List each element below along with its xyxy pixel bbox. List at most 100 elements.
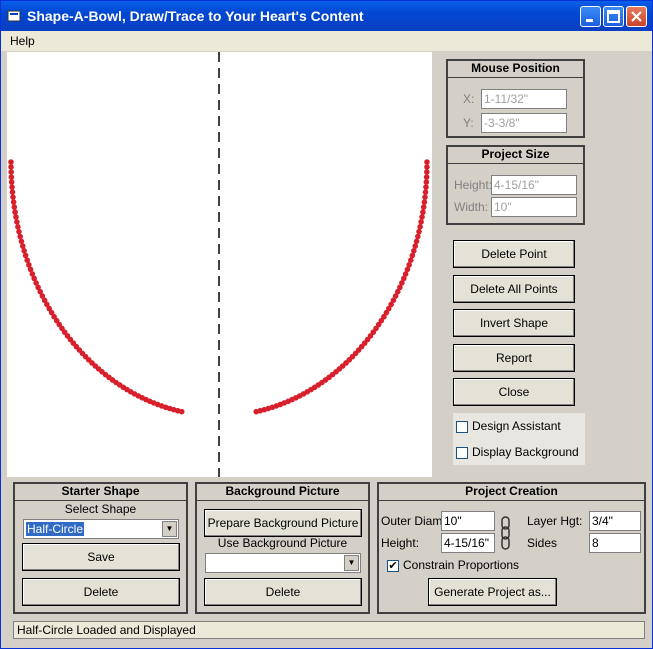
profile-point[interactable] — [8, 159, 14, 165]
profile-point[interactable] — [8, 164, 14, 170]
bowl-profile-drawing — [8, 52, 430, 477]
design-assistant-label[interactable]: Design Assistant — [472, 419, 561, 433]
profile-point[interactable] — [423, 174, 430, 180]
select-shape-label: Select Shape — [64, 502, 137, 516]
profile-point[interactable] — [412, 243, 419, 249]
background-select[interactable]: ▼ — [205, 553, 361, 573]
delete-all-points-button[interactable]: Delete All Points — [453, 275, 575, 303]
project-creation-title: Project Creation — [379, 484, 644, 501]
profile-point[interactable] — [8, 179, 15, 185]
profile-point[interactable] — [14, 219, 20, 225]
profile-point[interactable] — [19, 243, 26, 249]
profile-point[interactable] — [11, 204, 18, 210]
height-field[interactable]: 4-15/16" — [441, 533, 495, 553]
profile-point[interactable] — [416, 228, 422, 235]
profile-point[interactable] — [13, 214, 19, 220]
options-panel: Design Assistant Display Background — [453, 413, 585, 465]
outer-diam-label: Outer Diam.: — [381, 514, 450, 528]
close-button[interactable]: Close — [453, 378, 575, 406]
prepare-background-button[interactable]: Prepare Background Picture — [204, 509, 362, 537]
design-assistant-checkbox[interactable] — [456, 421, 468, 433]
profile-point[interactable] — [421, 199, 428, 205]
save-shape-button[interactable]: Save — [22, 543, 180, 571]
right-profile-curve[interactable] — [253, 159, 430, 415]
constrain-proportions-checkbox[interactable]: ✔ — [387, 560, 399, 572]
mouse-position-title: Mouse Position — [448, 61, 583, 78]
background-picture-title: Background Picture — [197, 484, 368, 501]
profile-point[interactable] — [420, 209, 426, 215]
profile-point[interactable] — [423, 179, 430, 185]
profile-point[interactable] — [17, 233, 23, 240]
generate-project-button[interactable]: Generate Project as... — [428, 578, 557, 606]
profile-point[interactable] — [424, 169, 430, 175]
drawing-canvas[interactable] — [7, 52, 432, 477]
size-height-field: 4-15/16" — [491, 175, 577, 195]
title-bar[interactable]: Shape-A-Bowl, Draw/Trace to Your Heart's… — [1, 1, 652, 31]
size-width-field: 10" — [491, 197, 577, 217]
starter-shape-title: Starter Shape — [15, 484, 186, 501]
delete-shape-button[interactable]: Delete — [22, 578, 180, 606]
profile-point[interactable] — [417, 224, 423, 230]
layer-hgt-field[interactable]: 3/4" — [589, 511, 641, 531]
mouse-y-field: -3-3/8" — [481, 113, 567, 133]
starter-shape-panel: Starter Shape Select Shape Half-Circle ▼… — [13, 482, 188, 614]
profile-point[interactable] — [18, 238, 25, 245]
profile-point[interactable] — [419, 214, 425, 220]
profile-point[interactable] — [420, 204, 427, 210]
profile-point[interactable] — [10, 194, 16, 200]
profile-point[interactable] — [12, 209, 18, 215]
chevron-down-icon[interactable]: ▼ — [162, 521, 177, 537]
profile-point[interactable] — [178, 408, 185, 415]
mouse-y-label: Y: — [463, 116, 474, 130]
profile-point[interactable] — [422, 194, 428, 200]
close-window-button[interactable] — [626, 6, 647, 27]
height-label: Height: — [381, 536, 420, 550]
project-creation-panel: Project Creation Outer Diam.: 10" Height… — [377, 482, 646, 614]
profile-point[interactable] — [422, 189, 429, 195]
profile-point[interactable] — [8, 174, 15, 180]
profile-point[interactable] — [8, 169, 14, 175]
profile-point[interactable] — [413, 238, 420, 245]
chain-link-icon[interactable] — [500, 515, 512, 551]
mouse-position-panel: Mouse Position X: 1-11/32" Y: -3-3/8" — [446, 59, 585, 138]
sides-label: Sides — [527, 536, 558, 550]
maximize-button[interactable] — [603, 6, 624, 27]
profile-point[interactable] — [253, 408, 260, 415]
menu-bar: Help — [1, 31, 652, 51]
menu-help[interactable]: Help — [10, 34, 35, 48]
profile-point[interactable] — [415, 233, 421, 240]
report-button[interactable]: Report — [453, 344, 575, 372]
minimize-icon — [586, 19, 593, 22]
profile-point[interactable] — [9, 189, 16, 195]
profile-point[interactable] — [424, 159, 430, 165]
profile-point[interactable] — [423, 184, 429, 190]
use-background-label: Use Background Picture — [217, 536, 348, 550]
profile-point[interactable] — [16, 228, 22, 235]
sides-field[interactable]: 8 — [589, 533, 641, 553]
size-width-label: Width: — [454, 200, 489, 214]
profile-point[interactable] — [9, 184, 15, 190]
profile-point[interactable] — [424, 164, 430, 170]
app-icon — [7, 10, 21, 22]
left-profile-curve[interactable] — [8, 159, 185, 415]
shape-select[interactable]: Half-Circle ▼ — [23, 519, 179, 539]
profile-point[interactable] — [418, 219, 424, 225]
project-size-panel: Project Size Height: 4-15/16" Width: 10" — [446, 145, 585, 225]
display-background-label[interactable]: Display Background — [472, 445, 579, 459]
close-icon — [631, 11, 642, 22]
constrain-proportions-label[interactable]: Constrain Proportions — [403, 558, 519, 572]
chevron-down-icon[interactable]: ▼ — [344, 555, 359, 571]
project-size-title: Project Size — [448, 147, 583, 164]
profile-point[interactable] — [15, 224, 21, 230]
mouse-x-label: X: — [463, 92, 475, 106]
delete-point-button[interactable]: Delete Point — [453, 240, 575, 268]
outer-diam-field[interactable]: 10" — [441, 511, 495, 531]
background-picture-panel: Background Picture Prepare Background Pi… — [195, 482, 370, 614]
delete-background-button[interactable]: Delete — [204, 578, 362, 606]
mouse-x-field: 1-11/32" — [481, 89, 567, 109]
profile-point[interactable] — [10, 199, 17, 205]
invert-shape-button[interactable]: Invert Shape — [453, 309, 575, 337]
display-background-checkbox[interactable] — [456, 447, 468, 459]
app-window: Shape-A-Bowl, Draw/Trace to Your Heart's… — [0, 0, 653, 649]
minimize-button[interactable] — [580, 6, 601, 27]
